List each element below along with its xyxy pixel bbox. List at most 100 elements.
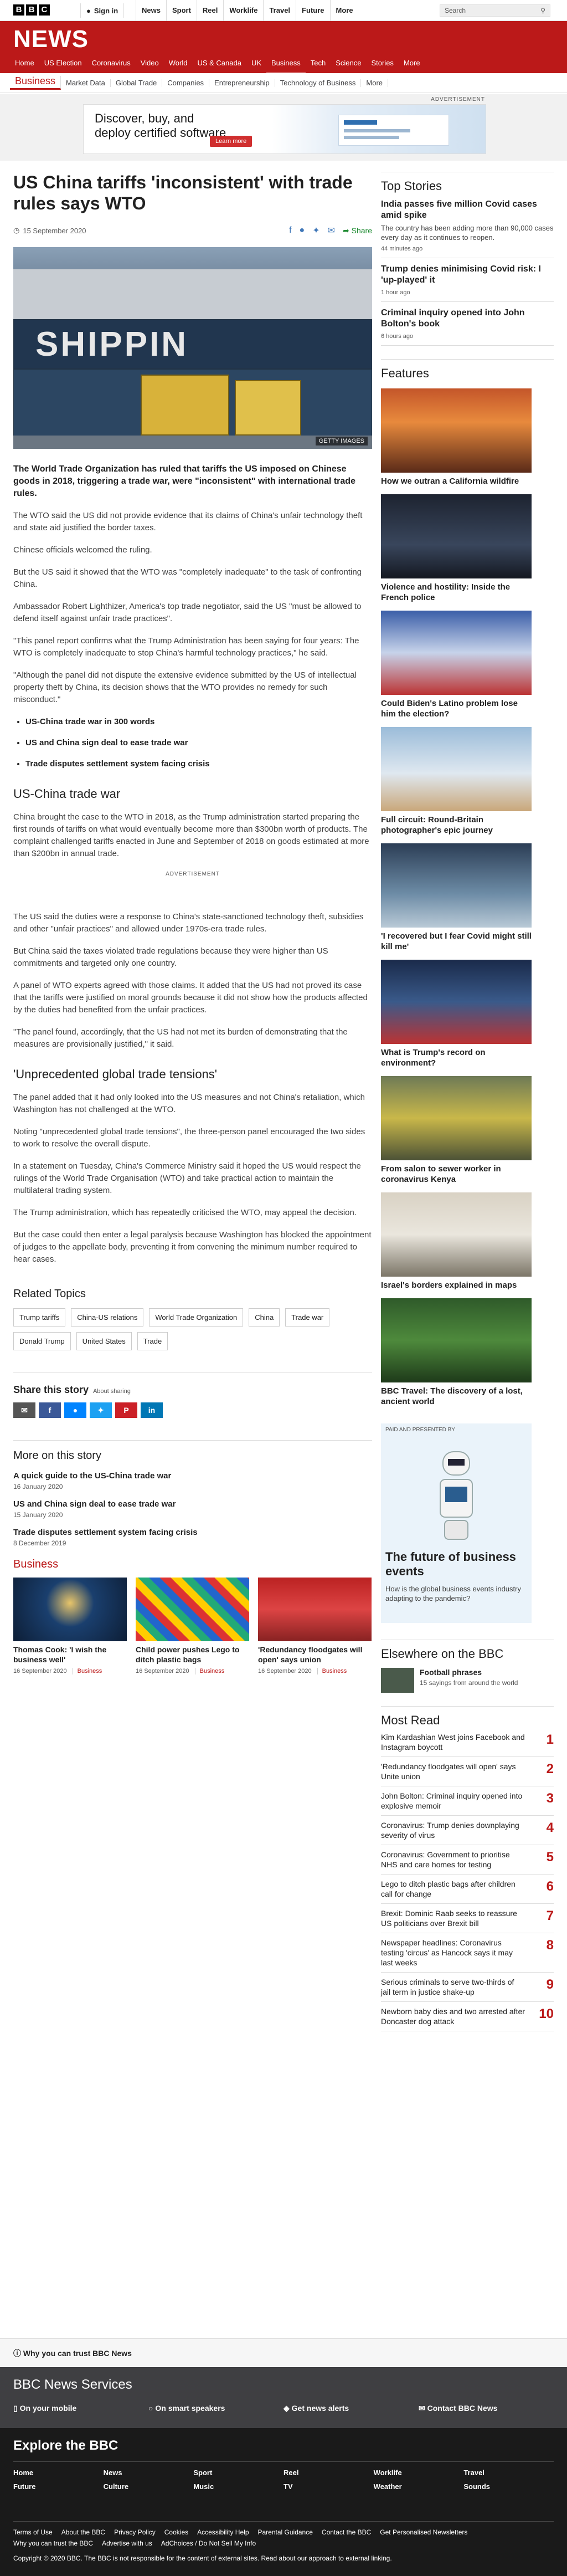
service-smart-speakers-link[interactable]: ○ On smart speakers	[148, 2404, 225, 2413]
topic-tag[interactable]: United States	[76, 1332, 132, 1350]
messenger-icon[interactable]: ●	[300, 226, 305, 235]
legal-link[interactable]: About the BBC	[61, 2528, 105, 2536]
global-nav-reel[interactable]: Reel	[196, 0, 223, 21]
related-link[interactable]: US-China trade war in 300 words	[25, 716, 372, 728]
feature-item[interactable]: Israel's borders explained in maps	[381, 1192, 554, 1290]
topic-tag[interactable]: Trade war	[285, 1308, 330, 1327]
service-contact-link[interactable]: ✉ Contact BBC News	[419, 2404, 497, 2413]
topic-tag[interactable]: Trump tariffs	[13, 1308, 66, 1327]
top-story-item[interactable]: Trump denies minimising Covid risk: I 'u…	[381, 258, 554, 302]
feature-item[interactable]: BBC Travel: The discovery of a lost, anc…	[381, 1298, 554, 1407]
explore-link[interactable]: Culture	[104, 2482, 194, 2491]
news-nav-business[interactable]: Business	[266, 53, 306, 74]
pinterest-share-icon[interactable]: P	[115, 1402, 137, 1418]
news-nav-science[interactable]: Science	[331, 53, 366, 74]
most-read-item[interactable]: Coronavirus: Government to prioritise NH…	[381, 1845, 554, 1875]
topic-tag[interactable]: Trade	[137, 1332, 168, 1350]
feature-item[interactable]: From salon to sewer worker in coronaviru…	[381, 1076, 554, 1185]
linkedin-share-icon[interactable]: in	[141, 1402, 163, 1418]
business-story-card[interactable]: Thomas Cook: 'I wish the business well' …	[13, 1578, 127, 1674]
topic-tag[interactable]: China-US relations	[71, 1308, 144, 1327]
feature-item[interactable]: Violence and hostility: Inside the Frenc…	[381, 494, 554, 603]
more-story-item[interactable]: A quick guide to the US-China trade war …	[13, 1471, 372, 1491]
most-read-item[interactable]: Lego to ditch plastic bags after childre…	[381, 1875, 554, 1904]
topic-tag[interactable]: China	[249, 1308, 280, 1327]
legal-link[interactable]: Accessibility Help	[197, 2528, 249, 2536]
subnav-business[interactable]: Business	[10, 76, 61, 90]
explore-link[interactable]: Reel	[284, 2469, 374, 2477]
explore-link[interactable]: TV	[284, 2482, 374, 2491]
legal-link[interactable]: Get Personalised Newsletters	[380, 2528, 467, 2536]
top-story-item[interactable]: India passes five million Covid cases am…	[381, 193, 554, 258]
explore-link[interactable]: Weather	[374, 2482, 464, 2491]
news-nav-home[interactable]: Home	[10, 53, 39, 74]
legal-link[interactable]: Cookies	[164, 2528, 188, 2536]
feature-item[interactable]: What is Trump's record on environment?	[381, 960, 554, 1068]
top-story-item[interactable]: Criminal inquiry opened into John Bolton…	[381, 302, 554, 346]
subnav-global-trade[interactable]: Global Trade	[111, 79, 163, 87]
related-link[interactable]: US and China sign deal to ease trade war	[25, 737, 372, 749]
about-sharing-link[interactable]: About sharing	[93, 1388, 131, 1395]
global-nav-sport[interactable]: Sport	[166, 0, 197, 21]
explore-link[interactable]: Home	[13, 2469, 104, 2477]
global-nav-news[interactable]: News	[136, 0, 166, 21]
explore-link[interactable]: Travel	[463, 2469, 554, 2477]
sign-in-link[interactable]: ● Sign in	[80, 3, 125, 18]
most-read-item[interactable]: Brexit: Dominic Raab seeks to reassure U…	[381, 1904, 554, 1933]
news-nav-world[interactable]: World	[164, 53, 193, 74]
elsewhere-item[interactable]: Football phrases 15 sayings from around …	[381, 1668, 554, 1693]
topic-tag[interactable]: Donald Trump	[13, 1332, 71, 1350]
feature-item[interactable]: How we outran a California wildfire	[381, 388, 554, 486]
facebook-share-icon[interactable]: f	[39, 1402, 61, 1418]
explore-link[interactable]: Sounds	[463, 2482, 554, 2491]
business-section-title[interactable]: Business	[13, 1558, 372, 1571]
most-read-item[interactable]: Serious criminals to serve two-thirds of…	[381, 1973, 554, 2002]
share-button[interactable]: ➦ Share	[343, 226, 372, 235]
legal-link[interactable]: Privacy Policy	[114, 2528, 156, 2536]
global-nav-worklife[interactable]: Worklife	[223, 0, 263, 21]
email-icon[interactable]: ✉	[328, 225, 335, 236]
explore-link[interactable]: Worklife	[374, 2469, 464, 2477]
legal-link[interactable]: Why you can trust the BBC	[13, 2539, 93, 2547]
topic-tag[interactable]: World Trade Organization	[149, 1308, 244, 1327]
bbc-logo[interactable]: B B C	[13, 4, 50, 16]
legal-link[interactable]: Contact the BBC	[322, 2528, 371, 2536]
service-alerts-link[interactable]: ◈ Get news alerts	[284, 2404, 349, 2413]
related-link[interactable]: Trade disputes settlement system facing …	[25, 758, 372, 770]
feature-item[interactable]: Could Biden's Latino problem lose him th…	[381, 611, 554, 719]
most-read-item[interactable]: Newspaper headlines: Coronavirus testing…	[381, 1933, 554, 1973]
feature-item[interactable]: 'I recovered but I fear Covid might stil…	[381, 843, 554, 952]
email-share-icon[interactable]: ✉	[13, 1402, 35, 1418]
news-nav-video[interactable]: Video	[136, 53, 164, 74]
legal-link[interactable]: Advertise with us	[102, 2539, 152, 2547]
news-nav-coronavirus[interactable]: Coronavirus	[87, 53, 136, 74]
news-nav-uk[interactable]: UK	[246, 53, 266, 74]
more-story-item[interactable]: Trade disputes settlement system facing …	[13, 1528, 372, 1547]
more-story-item[interactable]: US and China sign deal to ease trade war…	[13, 1499, 372, 1519]
news-nav-us-canada[interactable]: US & Canada	[192, 53, 246, 74]
most-read-item[interactable]: Newborn baby dies and two arrested after…	[381, 2002, 554, 2031]
trust-link[interactable]: ⓘ Why you can trust BBC News	[13, 2348, 132, 2359]
legal-link[interactable]: Parental Guidance	[258, 2528, 313, 2536]
twitter-icon[interactable]: ✦	[312, 225, 319, 236]
legal-link[interactable]: Terms of Use	[13, 2528, 53, 2536]
subnav-entrepreneurship[interactable]: Entrepreneurship	[209, 79, 275, 87]
ad-learn-more-button[interactable]: Learn more	[210, 136, 252, 147]
facebook-icon[interactable]: f	[289, 226, 291, 235]
ad-banner[interactable]: Discover, buy, and deploy certified soft…	[83, 104, 486, 154]
business-story-card[interactable]: 'Redundancy floodgates will open' says u…	[258, 1578, 372, 1674]
explore-link[interactable]: Future	[13, 2482, 104, 2491]
news-nav-us-election[interactable]: US Election	[39, 53, 87, 74]
global-nav-more[interactable]: More	[329, 0, 359, 21]
most-read-item[interactable]: Kim Kardashian West joins Facebook and I…	[381, 1728, 554, 1757]
search-input[interactable]: Search ⚲	[440, 4, 550, 17]
subnav-companies[interactable]: Companies	[162, 79, 210, 87]
explore-link[interactable]: Music	[193, 2482, 284, 2491]
news-nav-more[interactable]: More	[399, 53, 425, 74]
subnav-technology-of-business[interactable]: Technology of Business	[275, 79, 362, 87]
business-story-card[interactable]: Child power pushes Lego to ditch plastic…	[136, 1578, 249, 1674]
global-nav-travel[interactable]: Travel	[263, 0, 296, 21]
explore-link[interactable]: Sport	[193, 2469, 284, 2477]
search-icon[interactable]: ⚲	[540, 7, 545, 14]
most-read-item[interactable]: Coronavirus: Trump denies downplaying se…	[381, 1816, 554, 1845]
